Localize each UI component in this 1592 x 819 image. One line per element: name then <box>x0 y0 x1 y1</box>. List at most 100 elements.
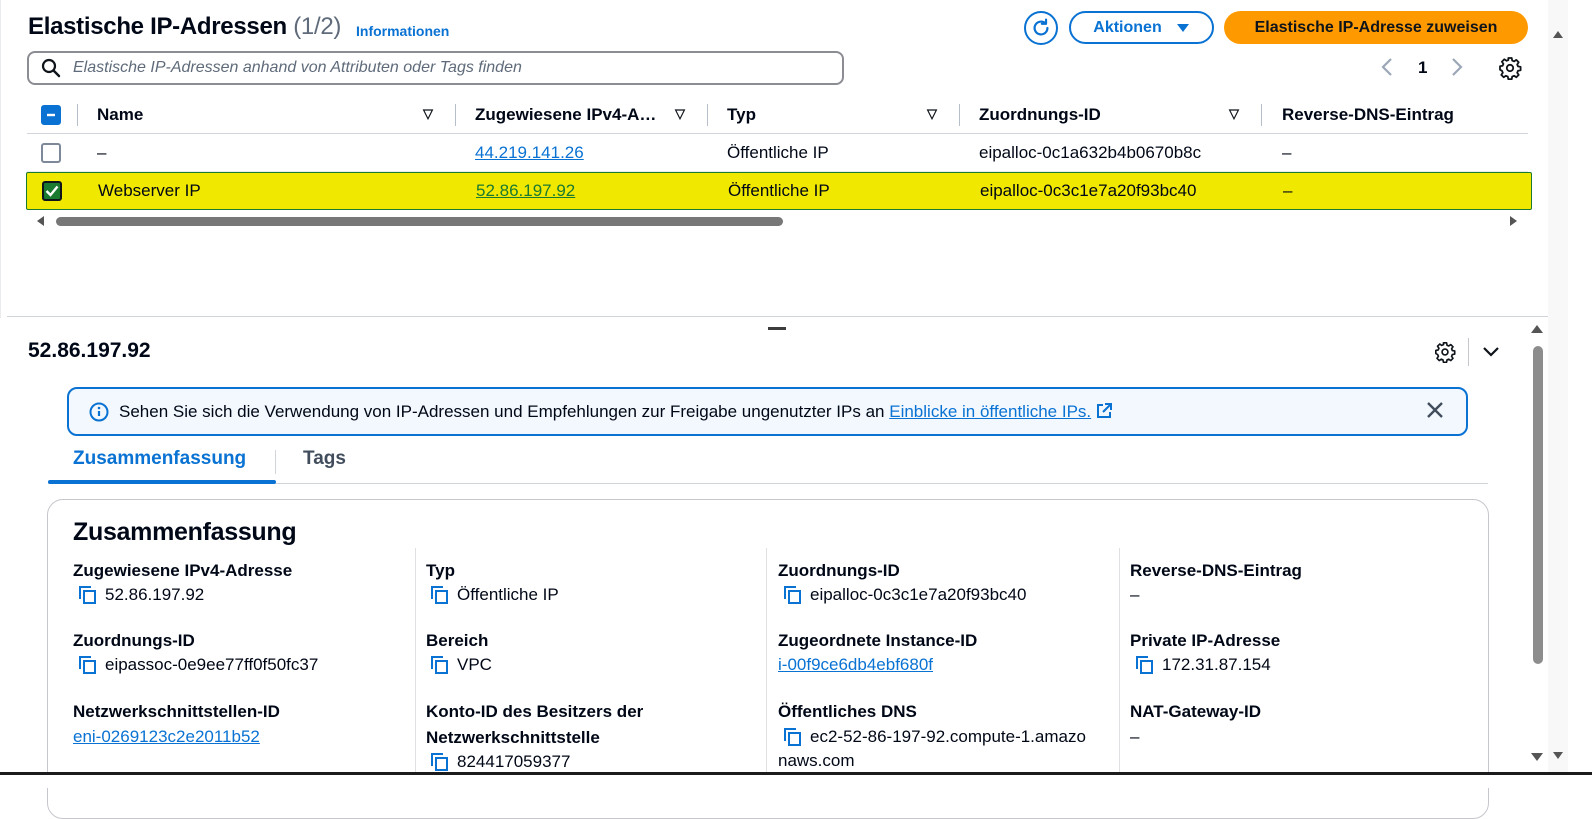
details-header-separator <box>1468 338 1469 366</box>
copy-icon[interactable] <box>77 585 97 605</box>
field-label-ipv4: Zugewiesene IPv4-Adresse <box>73 561 293 580</box>
caret-down-icon <box>1176 23 1189 32</box>
sort-alloc-icon[interactable]: ▽ <box>1229 106 1239 122</box>
field-label-assoc-id: Zuordnungs-ID <box>73 631 195 650</box>
copy-icon[interactable] <box>77 655 97 675</box>
copy-icon[interactable] <box>782 585 802 605</box>
refresh-button[interactable] <box>1024 11 1058 45</box>
owner-label-line2: Netzwerkschnittstelle <box>426 728 600 747</box>
allocate-eip-button[interactable]: Elastische IP-Adresse zuweisen <box>1224 11 1528 44</box>
scroll-right-icon[interactable] <box>1508 216 1518 226</box>
details-tabs: Zusammenfassung Tags <box>48 444 1488 484</box>
actions-button[interactable]: Aktionen <box>1069 11 1214 44</box>
details-scroll-down-icon[interactable] <box>1531 752 1543 762</box>
allocate-eip-label: Elastische IP-Adresse zuweisen <box>1254 18 1498 36</box>
close-icon <box>1427 402 1443 418</box>
private-ip-value-text: 172.31.87.154 <box>1162 655 1271 674</box>
cell-name: Webserver IP <box>98 181 201 200</box>
copy-icon[interactable] <box>429 655 449 675</box>
horizontal-scrollbar[interactable] <box>36 214 1518 228</box>
search-input[interactable] <box>71 58 831 78</box>
chevron-left-icon <box>1381 58 1392 76</box>
horizontal-scroll-thumb[interactable] <box>56 217 783 226</box>
cell-alloc-id: eipalloc-0c3c1e7a20f93bc40 <box>980 181 1197 200</box>
alert-text: Sehen Sie sich die Verwendung von IP-Adr… <box>119 401 885 421</box>
cell-ip-link[interactable]: 52.86.197.92 <box>476 181 575 201</box>
minus-icon <box>47 113 55 116</box>
dismiss-alert-button[interactable] <box>1426 399 1444 425</box>
search-icon <box>41 58 61 78</box>
cell-alloc-id: eipalloc-0c1a632b4b0670b8c <box>979 142 1202 162</box>
public-ip-insights-link[interactable]: Einblicke in öffentliche IPs. <box>889 402 1091 421</box>
field-label-instance-id: Zugeordnete Instance-ID <box>778 631 978 650</box>
table-row-selected[interactable]: Webserver IP 52.86.197.92 Öffentliche IP… <box>26 172 1532 210</box>
window-bottom-edge <box>0 772 1592 788</box>
table-header-row: Name ▽ Zugewiesene IPv4-A… ▽ Typ ▽ Zuord… <box>27 96 1528 134</box>
split-resize-handle[interactable] <box>768 327 786 330</box>
cell-type: Öffentliche IP <box>727 142 829 162</box>
chevron-down-icon <box>1483 347 1499 357</box>
column-header-rdns[interactable]: Reverse-DNS-Eintrag <box>1282 96 1454 133</box>
cell-type: Öffentliche IP <box>728 181 830 200</box>
owner-value-text: 824417059377 <box>457 752 571 771</box>
alloc-id-value-text: eipalloc-0c3c1e7a20f93bc40 <box>810 585 1027 604</box>
field-label-public-dns: Öffentliches DNS <box>778 702 917 721</box>
external-link-icon[interactable] <box>1096 402 1112 419</box>
column-header-alloc-id[interactable]: Zuordnungs-ID <box>979 96 1101 133</box>
copy-icon[interactable] <box>1134 655 1154 675</box>
details-settings-button[interactable] <box>1434 341 1456 368</box>
copy-icon[interactable] <box>429 585 449 605</box>
page-scrollbar[interactable] <box>1548 0 1568 788</box>
checkmark-icon <box>45 185 59 197</box>
public-dns-value-line2: naws.com <box>778 751 855 770</box>
next-page-button[interactable] <box>1450 56 1464 84</box>
scroll-left-icon[interactable] <box>36 216 46 226</box>
copy-icon[interactable] <box>782 727 802 747</box>
field-label-scope: Bereich <box>426 631 489 650</box>
sort-name-icon[interactable]: ▽ <box>423 106 433 122</box>
ipv4-value-text: 52.86.197.92 <box>105 585 205 604</box>
row-checkbox[interactable] <box>41 134 61 171</box>
actions-label: Aktionen <box>1093 18 1162 36</box>
sort-ip-icon[interactable]: ▽ <box>675 106 685 122</box>
page-title: Elastische IP-Adressen (1/2) <box>28 13 341 41</box>
gear-icon <box>1499 57 1522 81</box>
gear-icon <box>1435 342 1456 364</box>
page-number[interactable]: 1 <box>1418 58 1427 78</box>
sort-type-icon[interactable]: ▽ <box>927 106 937 122</box>
details-scroll-thumb[interactable] <box>1533 346 1543 664</box>
table-settings-button[interactable] <box>1498 56 1522 85</box>
row-checkbox[interactable] <box>42 173 62 209</box>
eni-link[interactable]: eni-0269123c2e2011b52 <box>73 727 260 747</box>
info-link[interactable]: Informationen <box>356 23 449 39</box>
field-value-nat: – <box>1130 727 1140 746</box>
details-scrollbar[interactable] <box>1528 322 1548 767</box>
search-field[interactable] <box>27 51 844 85</box>
column-header-name[interactable]: Name <box>97 96 143 133</box>
page-scroll-up-icon[interactable] <box>1553 30 1563 40</box>
page-scroll-down-icon[interactable] <box>1553 750 1563 760</box>
field-label-nat: NAT-Gateway-ID <box>1130 702 1261 721</box>
details-title: 52.86.197.92 <box>28 339 151 362</box>
assoc-id-value-text: eipassoc-0e9ee77ff0f50fc37 <box>105 655 319 674</box>
table-row[interactable]: – 44.219.141.26 Öffentliche IP eipalloc-… <box>27 134 1528 172</box>
tab-summary[interactable]: Zusammenfassung <box>73 448 246 470</box>
column-header-ip[interactable]: Zugewiesene IPv4-A… <box>475 96 656 133</box>
select-all-checkbox[interactable] <box>41 96 61 133</box>
tab-tags[interactable]: Tags <box>303 448 346 470</box>
cell-rdns: – <box>1282 142 1292 162</box>
prev-page-button[interactable] <box>1380 56 1394 84</box>
cell-ip-link[interactable]: 44.219.141.26 <box>475 143 584 163</box>
field-label-owner: Konto-ID des Besitzers der Netzwerkschni… <box>426 702 643 748</box>
field-label-eni: Netzwerkschnittstellen-ID <box>73 702 280 721</box>
collapse-details-button[interactable] <box>1480 340 1502 367</box>
active-tab-indicator <box>48 480 276 484</box>
field-label-rdns: Reverse-DNS-Eintrag <box>1130 561 1302 580</box>
copy-icon[interactable] <box>429 752 449 772</box>
field-label-type: Typ <box>426 561 455 580</box>
column-header-type[interactable]: Typ <box>727 96 756 133</box>
details-scroll-up-icon[interactable] <box>1531 324 1543 334</box>
instance-id-link[interactable]: i-00f9ce6db4ebf680f <box>778 655 933 675</box>
cell-name: – <box>97 142 107 162</box>
info-icon <box>89 402 109 421</box>
